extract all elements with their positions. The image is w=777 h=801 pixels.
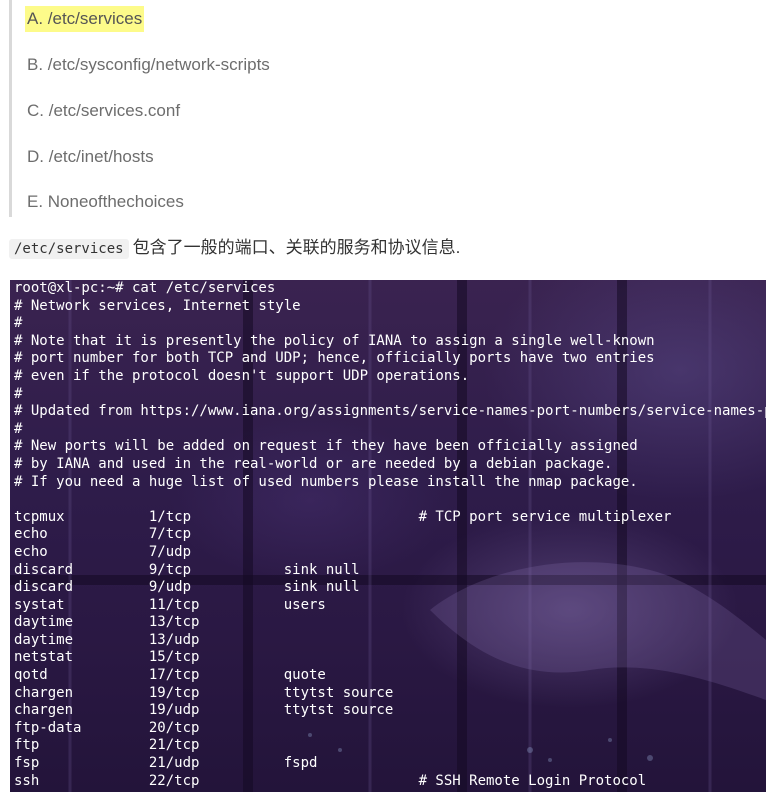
explanation: /etc/services 包含了一般的端口、关联的服务和协议信息. — [9, 235, 460, 261]
terminal-line: root@xl-pc:~# cat /etc/services — [14, 280, 276, 296]
terminal-line: # — [14, 385, 23, 402]
terminal-line: systat 11/tcp users — [14, 596, 326, 613]
terminal-line: ssh 22/tcp # SSH Remote Login Protocol — [14, 772, 647, 789]
terminal-line: # port number for both TCP and UDP; henc… — [14, 350, 655, 367]
terminal-line: ftp 21/tcp — [14, 737, 200, 754]
terminal-line: chargen 19/tcp ttytst source — [14, 684, 394, 701]
terminal-line: # — [14, 315, 23, 332]
terminal-line: # even if the protocol doesn't support U… — [14, 367, 470, 384]
terminal-line: # by IANA and used in the real-world or … — [14, 455, 613, 472]
terminal-line: chargen 19/udp ttytst source — [14, 702, 394, 719]
choice-c[interactable]: C. /etc/services.conf — [25, 98, 182, 124]
answer-choices: A. /etc/services B. /etc/sysconfig/netwo… — [9, 0, 712, 217]
terminal-line: echo 7/tcp — [14, 526, 192, 543]
explanation-text: 包含了一般的端口、关联的服务和协议信息. — [132, 238, 461, 257]
choice-e[interactable]: E. Noneofthechoices — [25, 189, 186, 215]
terminal-screenshot: root@xl-pc:~# cat /etc/services # Network… — [10, 280, 766, 792]
terminal-line: # — [14, 420, 23, 437]
terminal-line: # New ports will be added on request if … — [14, 438, 638, 455]
terminal-line: daytime 13/tcp — [14, 614, 200, 631]
terminal-line: qotd 17/tcp quote — [14, 667, 326, 684]
choice-d[interactable]: D. /etc/inet/hosts — [25, 144, 156, 170]
inline-code-path: /etc/services — [9, 239, 129, 259]
terminal-line: discard 9/udp sink null — [14, 579, 360, 596]
terminal-line: # Updated from https://www.iana.org/assi… — [14, 403, 766, 420]
terminal-line: # If you need a huge list of used number… — [14, 473, 638, 490]
terminal-line: netstat 15/tcp — [14, 649, 200, 666]
terminal-output: root@xl-pc:~# cat /etc/services # Network… — [14, 280, 766, 790]
terminal-line: ftp-data 20/tcp — [14, 719, 200, 736]
terminal-line: # Note that it is presently the policy o… — [14, 332, 655, 349]
terminal-line: fsp 21/udp fspd — [14, 755, 318, 772]
choice-a[interactable]: A. /etc/services — [25, 6, 145, 32]
terminal-line: echo 7/udp — [14, 543, 192, 560]
terminal-line: tcpmux 1/tcp # TCP port service multiple… — [14, 508, 672, 525]
choice-b[interactable]: B. /etc/sysconfig/network-scripts — [25, 52, 272, 78]
terminal-line: # Network services, Internet style — [14, 297, 301, 314]
terminal-line: daytime 13/udp — [14, 631, 200, 648]
terminal-line: discard 9/tcp sink null — [14, 561, 360, 578]
